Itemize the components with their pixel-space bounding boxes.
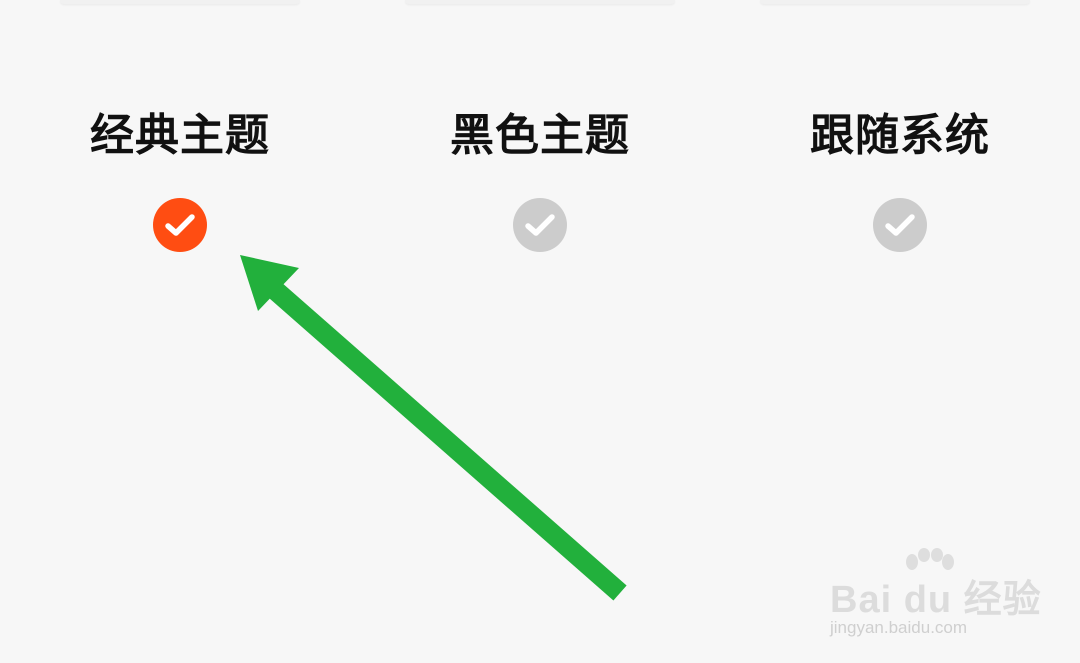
theme-option-classic[interactable]: 经典主题 bbox=[30, 96, 330, 276]
check-circle-icon[interactable] bbox=[873, 198, 927, 252]
theme-option-label: 黑色主题 bbox=[450, 110, 630, 161]
top-card-edges bbox=[0, 0, 1080, 8]
card-edge bbox=[405, 0, 675, 4]
check-circle-icon[interactable] bbox=[513, 198, 567, 252]
theme-option-label: 跟随系统 bbox=[810, 110, 990, 161]
watermark-brand: Bai du 经验 bbox=[830, 579, 1042, 621]
theme-option-label: 经典主题 bbox=[90, 110, 270, 161]
card-edge bbox=[760, 0, 1030, 4]
check-circle-icon[interactable] bbox=[153, 198, 207, 252]
theme-option-dark[interactable]: 黑色主题 bbox=[390, 96, 690, 276]
theme-option-follow-system[interactable]: 跟随系统 bbox=[750, 96, 1050, 276]
watermark-url: jingyan.baidu.com bbox=[830, 618, 968, 637]
baidu-jingyan-watermark: Bai du 经验 jingyan.baidu.com bbox=[826, 548, 1046, 648]
card-edge bbox=[60, 0, 300, 4]
